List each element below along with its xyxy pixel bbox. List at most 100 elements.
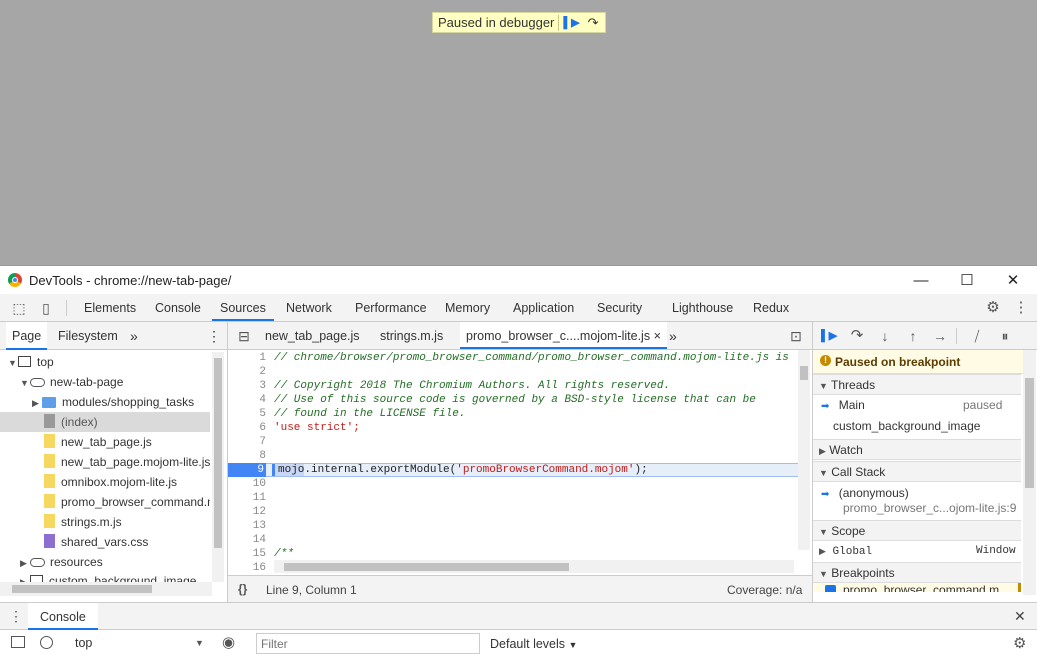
line-number[interactable]: 5 — [228, 407, 266, 421]
breakpoints-section-header[interactable]: ▼ Breakpoints — [813, 562, 1021, 583]
code-line[interactable]: /** — [274, 547, 294, 561]
editor-tab[interactable]: strings.m.js — [380, 322, 443, 349]
tab-redux[interactable]: Redux — [753, 294, 789, 321]
tree-item-top[interactable]: ▼ top — [0, 352, 218, 372]
code-line[interactable]: // found in the LICENSE file. — [274, 407, 465, 421]
line-number[interactable]: 4 — [228, 393, 266, 407]
tab-sources[interactable]: Sources — [212, 294, 274, 321]
tree-item-file[interactable]: omnibox.mojom-lite.js — [0, 472, 210, 492]
maximize-button[interactable]: ☐ — [944, 266, 990, 294]
callframe-location[interactable]: promo_browser_c...ojom-lite.js:9 — [843, 498, 1016, 519]
code-line[interactable]: // chrome/browser/promo_browser_command/… — [274, 351, 789, 365]
line-number[interactable]: 1 — [228, 351, 266, 365]
code-area[interactable]: 1 // chrome/browser/promo_browser_command… — [228, 350, 812, 575]
tree-item-file[interactable]: strings.m.js — [0, 512, 210, 532]
line-number[interactable]: 11 — [228, 491, 266, 505]
context-selector[interactable]: top ▼ — [64, 632, 208, 654]
tree-item-custom-background[interactable]: ▶ custom_background_image — [0, 572, 230, 582]
thread-row[interactable]: custom_background_image — [813, 416, 1021, 437]
tree-item-new-tab-page[interactable]: ▼ new-tab-page — [0, 372, 230, 392]
log-levels-dropdown[interactable]: Default levels ▼ — [490, 637, 577, 651]
breakpoint-marker[interactable]: 9 — [228, 463, 266, 477]
code-line[interactable]: // Use of this source code is governed b… — [274, 393, 756, 407]
tree-item-resources[interactable]: ▶ resources — [0, 552, 230, 572]
tree-item-file[interactable]: promo_browser_command.mojom-lite.js — [0, 492, 210, 512]
code-line[interactable]: // Copyright 2018 The Chromium Authors. … — [274, 379, 670, 393]
scope-section-header[interactable]: ▼ Scope — [813, 520, 1021, 541]
live-expression-eye-icon[interactable]: ◉ — [222, 633, 235, 651]
more-editor-tabs-icon[interactable]: » — [669, 322, 677, 349]
settings-gear-icon[interactable]: ⚙ — [985, 300, 1001, 316]
minimize-button[interactable]: — — [898, 266, 944, 294]
line-number[interactable]: 6 — [228, 421, 266, 435]
tree-item-modules[interactable]: ▶ modules/shopping_tasks — [0, 392, 242, 412]
step-over-icon[interactable]: ↷ — [588, 15, 599, 31]
thread-row-main[interactable]: ➡ Main paused — [813, 395, 1021, 416]
scope-row[interactable]: ▶ Global Window — [813, 541, 1021, 562]
device-toolbar-icon[interactable]: ▯ — [38, 300, 54, 316]
breakpoint-item[interactable]: promo_browser_command.m — [813, 583, 1021, 592]
line-number[interactable]: 8 — [228, 449, 266, 463]
line-number[interactable]: 3 — [228, 379, 266, 393]
line-number[interactable]: 10 — [228, 477, 266, 491]
editor-tab-active[interactable]: promo_browser_c....mojom-lite.js × — [460, 322, 667, 349]
line-number[interactable]: 16 — [228, 561, 266, 575]
editor-v-scrollbar[interactable] — [798, 350, 810, 550]
tab-filesystem[interactable]: Filesystem — [58, 322, 118, 349]
code-line[interactable]: mojo.internal.exportModule('promoBrowser… — [272, 463, 648, 477]
resume-button-icon[interactable]: ▌▶ — [821, 328, 837, 344]
watch-section-header[interactable]: ▶ Watch — [813, 439, 1021, 460]
line-number[interactable]: 15 — [228, 547, 266, 561]
deactivate-breakpoints-icon[interactable]: ⧸ — [969, 328, 985, 344]
tab-console[interactable]: Console — [155, 294, 201, 321]
tab-application[interactable]: Application — [513, 294, 574, 321]
editor-h-scrollbar[interactable] — [274, 560, 794, 573]
line-number[interactable]: 13 — [228, 519, 266, 533]
callframe-row[interactable]: ➡ (anonymous) promo_browser_c...ojom-lit… — [813, 483, 1021, 517]
line-number[interactable]: 12 — [228, 505, 266, 519]
step-out-icon[interactable]: ↑ — [905, 328, 921, 344]
callstack-section-header[interactable]: ▼ Call Stack — [813, 461, 1021, 482]
tree-item-index[interactable]: (index) — [0, 412, 210, 432]
close-window-button[interactable]: ✕ — [990, 266, 1036, 294]
code-line[interactable]: 'use strict'; — [274, 421, 360, 435]
pretty-print-button[interactable]: {} — [238, 582, 247, 596]
line-number[interactable]: 2 — [228, 365, 266, 379]
debugger-scrollbar[interactable] — [1023, 350, 1036, 595]
more-tabs-icon[interactable]: » — [130, 322, 138, 349]
console-settings-gear-icon[interactable]: ⚙ — [1013, 634, 1026, 652]
tab-network[interactable]: Network — [286, 294, 332, 321]
navigator-h-scrollbar[interactable] — [0, 582, 212, 596]
inspect-element-icon[interactable]: ⬚ — [11, 300, 27, 316]
more-menu-icon[interactable]: ⋮ — [1013, 300, 1029, 316]
close-tab-icon[interactable]: × — [654, 329, 661, 343]
tab-page[interactable]: Page — [6, 322, 48, 350]
line-number[interactable]: 14 — [228, 533, 266, 547]
tree-item-file[interactable]: new_tab_page.mojom-lite.js — [0, 452, 210, 472]
line-number[interactable]: 7 — [228, 435, 266, 449]
tab-lighthouse[interactable]: Lighthouse — [672, 294, 733, 321]
close-drawer-icon[interactable]: ✕ — [1014, 608, 1026, 625]
tab-memory[interactable]: Memory — [445, 294, 490, 321]
editor-tab[interactable]: new_tab_page.js — [265, 322, 360, 349]
navigator-menu-icon[interactable]: ⋮ — [207, 322, 221, 349]
threads-section-header[interactable]: ▼ Threads — [813, 374, 1021, 395]
drawer-tab-console[interactable]: Console — [28, 603, 98, 630]
navigator-scrollbar[interactable] — [212, 352, 224, 582]
tab-elements[interactable]: Elements — [84, 294, 136, 321]
toggle-debugger-icon[interactable]: ⊡ — [788, 328, 804, 344]
breakpoint-checkbox[interactable] — [825, 585, 836, 592]
resume-icon[interactable]: ▌▶ — [563, 16, 579, 29]
step-into-icon[interactable]: ↓ — [877, 328, 893, 344]
clear-console-icon[interactable] — [40, 636, 53, 649]
toggle-navigator-icon[interactable]: ⊟ — [236, 328, 252, 344]
console-filter-input[interactable] — [256, 633, 480, 654]
step-over-button-icon[interactable]: ↷ — [849, 328, 865, 344]
pause-on-exceptions-icon[interactable]: ⏸ — [997, 328, 1013, 344]
show-sidebar-icon[interactable] — [11, 636, 25, 648]
tab-performance[interactable]: Performance — [355, 294, 427, 321]
tree-item-file[interactable]: shared_vars.css — [0, 532, 210, 552]
tab-security[interactable]: Security — [597, 294, 642, 321]
step-icon[interactable]: → — [932, 328, 948, 344]
drawer-menu-icon[interactable]: ⋮ — [9, 608, 23, 625]
